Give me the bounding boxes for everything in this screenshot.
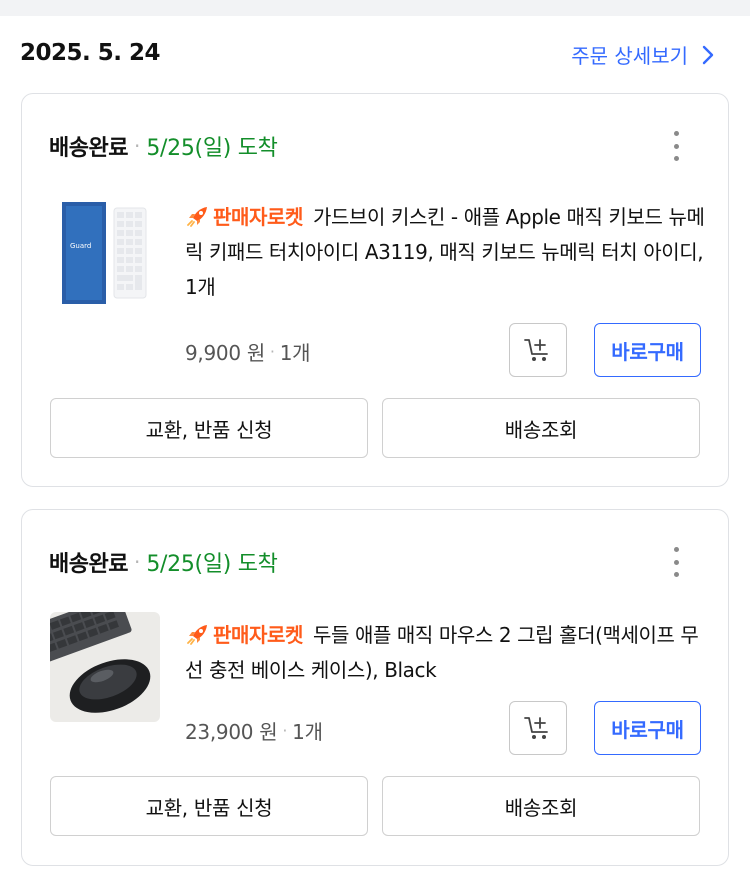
separator-dot: · bbox=[282, 721, 288, 740]
quantity: 1개 bbox=[279, 341, 311, 365]
more-vertical-icon[interactable] bbox=[670, 131, 682, 161]
exchange-return-button[interactable]: 교환, 반품 신청 bbox=[50, 776, 368, 836]
exchange-return-button[interactable]: 교환, 반품 신청 bbox=[50, 398, 368, 458]
add-to-cart-icon bbox=[524, 717, 548, 739]
mouse-holder-image bbox=[50, 612, 160, 722]
delivery-status: 배송완료 bbox=[49, 552, 128, 577]
order-detail-label: 주문 상세보기 bbox=[571, 44, 688, 68]
price: 9,900 원 bbox=[185, 341, 265, 365]
delivery-status-row: 배송완료 · 5/25(일) 도착 bbox=[49, 546, 278, 578]
top-divider bbox=[0, 0, 750, 16]
price: 23,900 원 bbox=[185, 720, 278, 744]
product-name[interactable]: 판매자로켓 가드브이 키스킨 - 애플 Apple 매직 키보드 뉴메릭 키패드 … bbox=[185, 200, 705, 305]
delivery-status: 배송완료 bbox=[49, 136, 128, 161]
arrival-date: 5/25(일) 도착 bbox=[146, 136, 278, 161]
order-item-card: 배송완료 · 5/25(일) 도착 판매자로켓 두들 애플 매직 마우스 2 그… bbox=[21, 509, 729, 866]
more-vertical-icon[interactable] bbox=[670, 547, 682, 577]
rocket-badge-label: 판매자로켓 bbox=[213, 205, 303, 229]
price-row: 9,900 원 · 1개 bbox=[185, 337, 311, 366]
add-to-cart-icon bbox=[524, 339, 548, 361]
order-detail-link[interactable]: 주문 상세보기 bbox=[571, 40, 718, 69]
order-date: 2025. 5. 24 bbox=[20, 40, 161, 66]
buy-now-button[interactable]: 바로구매 bbox=[594, 323, 701, 377]
add-to-cart-button[interactable] bbox=[509, 701, 567, 755]
product-thumbnail[interactable]: Guard bbox=[50, 198, 160, 308]
price-row: 23,900 원 · 1개 bbox=[185, 716, 323, 745]
delivery-status-row: 배송완료 · 5/25(일) 도착 bbox=[49, 130, 278, 162]
order-list-page: 2025. 5. 24 주문 상세보기 배송완료 · 5/25(일) 도착 Gu… bbox=[0, 0, 750, 883]
thumb-logo: Guard bbox=[70, 242, 91, 250]
order-date-header: 2025. 5. 24 주문 상세보기 bbox=[20, 38, 730, 72]
keyboard-skin-image: Guard bbox=[50, 198, 160, 308]
delivery-tracking-button[interactable]: 배송조회 bbox=[382, 776, 700, 836]
separator-dot: · bbox=[269, 342, 275, 361]
product-thumbnail[interactable] bbox=[50, 612, 160, 722]
order-item-card: 배송완료 · 5/25(일) 도착 Guard 판매자로켓 가드브이 키스킨 -… bbox=[21, 93, 729, 487]
rocket-badge-label: 판매자로켓 bbox=[213, 623, 303, 647]
separator-dot: · bbox=[133, 134, 141, 158]
arrival-date: 5/25(일) 도착 bbox=[146, 552, 278, 577]
seller-rocket-badge: 판매자로켓 bbox=[185, 205, 303, 229]
chevron-right-icon bbox=[702, 45, 714, 64]
quantity: 1개 bbox=[292, 720, 323, 744]
delivery-tracking-button[interactable]: 배송조회 bbox=[382, 398, 700, 458]
separator-dot: · bbox=[133, 550, 141, 574]
rocket-icon bbox=[187, 625, 207, 645]
rocket-icon bbox=[187, 207, 207, 227]
product-name[interactable]: 판매자로켓 두들 애플 매직 마우스 2 그립 홀더(맥세이프 무선 충전 베이스… bbox=[185, 618, 705, 688]
add-to-cart-button[interactable] bbox=[509, 323, 567, 377]
seller-rocket-badge: 판매자로켓 bbox=[185, 623, 303, 647]
buy-now-button[interactable]: 바로구매 bbox=[594, 701, 701, 755]
